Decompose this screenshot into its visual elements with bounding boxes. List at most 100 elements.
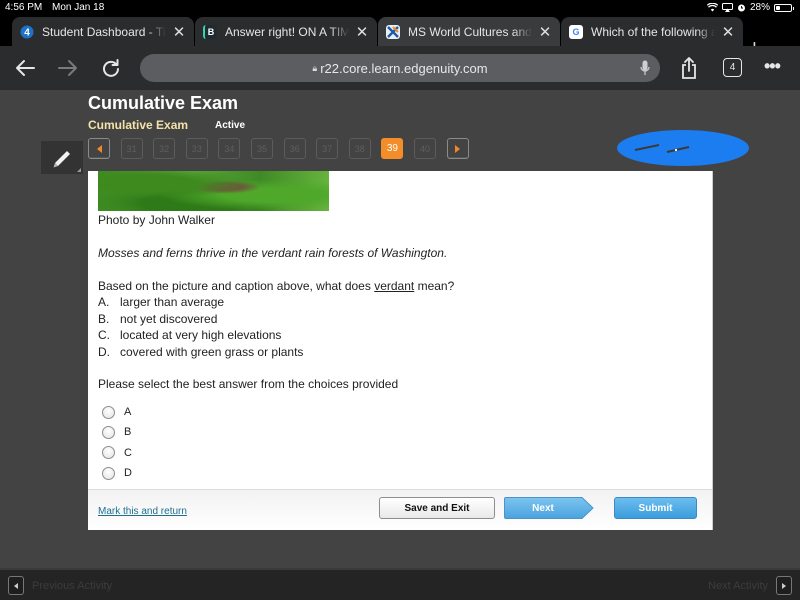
browser-toolbar: 🔒︎ r22.core.learn.edgenuity.com 4 ••• (0, 46, 800, 90)
tab-title: Answer right! ON A TIME (225, 24, 349, 39)
question-number[interactable]: 32 (153, 138, 176, 159)
radio-option-a[interactable]: A (102, 402, 132, 422)
radio-label[interactable]: B (124, 426, 131, 438)
previous-activity-button[interactable] (8, 576, 24, 595)
choice-text: not yet discovered (120, 311, 218, 326)
mark-and-return-link[interactable]: Mark this and return (98, 506, 187, 517)
radio-label[interactable]: C (124, 447, 132, 459)
browser-tab-strip: 4 Student Dashboard - Tim ✕ B Answer rig… (0, 16, 800, 60)
close-tab-icon[interactable]: ✕ (538, 23, 552, 41)
answer-choices-list: A. larger than average B. not yet discover… (98, 295, 303, 361)
next-label: Next (532, 502, 554, 514)
question-panel: Photo by John Walker Mosses and ferns th… (88, 171, 713, 530)
ios-status-bar: 4:56 PM Mon Jan 18 28% (0, 0, 800, 16)
resize-corner-icon (77, 168, 81, 172)
question-number[interactable]: 33 (185, 138, 208, 159)
redaction-scribble (617, 130, 749, 166)
pencil-icon (53, 150, 70, 167)
browser-tab[interactable]: G Which of the following an ✕ (561, 17, 743, 46)
choice-text: located at very high elevations (120, 328, 282, 342)
next-question-button[interactable] (446, 138, 469, 159)
battery-icon (774, 3, 794, 12)
clock: 4:56 PM (5, 2, 43, 13)
question-number[interactable]: 38 (348, 138, 371, 159)
tab-title: Which of the following an (591, 24, 715, 39)
tab-switcher-button[interactable]: 4 (723, 58, 742, 77)
choice-item: B. not yet discovered (98, 312, 303, 329)
choice-letter: B. (98, 311, 110, 326)
choice-letter: A. (98, 295, 110, 309)
close-tab-icon[interactable]: ✕ (355, 23, 369, 41)
activity-name: Cumulative Exam (88, 118, 189, 132)
answer-radio-group: A B C D (102, 402, 132, 483)
back-button[interactable] (12, 55, 38, 81)
save-and-exit-button[interactable]: Save and Exit (379, 497, 495, 519)
choice-text: larger than average (120, 295, 225, 309)
rainforest-photo (98, 171, 329, 211)
date: Mon Jan 18 (52, 2, 105, 13)
submit-button[interactable]: Submit (614, 497, 697, 519)
radio-option-d[interactable]: D (102, 463, 132, 483)
caret-left-icon (14, 582, 18, 589)
next-activity-label[interactable]: Next Activity (708, 580, 768, 592)
close-tab-icon[interactable]: ✕ (172, 23, 186, 41)
photo-credit: Photo by John Walker (98, 213, 215, 227)
question-number[interactable]: 35 (251, 138, 273, 159)
radio-label[interactable]: D (124, 467, 132, 479)
next-activity-button[interactable] (776, 576, 792, 595)
prompt-text: Based on the picture and caption above, … (98, 279, 375, 293)
share-button[interactable] (676, 55, 702, 81)
choice-letter: C. (98, 328, 110, 342)
caret-left-icon (96, 144, 102, 153)
reload-button[interactable] (98, 55, 124, 81)
arrow-left-icon (16, 60, 35, 76)
prompt-keyword: verdant (374, 279, 415, 293)
more-menu-icon[interactable]: ••• (764, 56, 781, 77)
question-footer: Mark this and return Save and Exit Next … (88, 489, 712, 530)
choice-item: A. larger than average (98, 295, 303, 312)
question-number[interactable]: 37 (316, 138, 339, 159)
previous-activity-label[interactable]: Previous Activity (32, 580, 112, 592)
choice-item: D. covered with green grass or plants (98, 345, 303, 362)
radio-option-b[interactable]: B (102, 422, 132, 442)
radio-option-c[interactable]: C (102, 443, 132, 463)
reload-icon (103, 59, 119, 77)
brainly-icon: B (203, 24, 217, 39)
question-number[interactable]: 34 (218, 138, 241, 159)
caret-right-icon (455, 144, 461, 153)
alarm-icon (737, 4, 745, 12)
question-number[interactable]: 40 (414, 138, 436, 159)
choice-item: C. located at very high elevations (98, 328, 303, 345)
question-number-current[interactable]: 39 (381, 138, 404, 159)
svg-text:4: 4 (24, 27, 30, 38)
radio-button[interactable] (102, 405, 115, 419)
browser-tab[interactable]: B Answer right! ON A TIME ✕ (195, 17, 377, 46)
caret-right-icon (782, 582, 786, 589)
close-tab-icon[interactable]: ✕ (721, 23, 735, 41)
wifi-icon (706, 3, 718, 12)
status-icons: 28% (706, 2, 794, 13)
share-icon (682, 57, 696, 79)
question-number[interactable]: 31 (120, 138, 143, 159)
browser-tab-active[interactable]: MS World Cultures and G ✕ (378, 17, 560, 46)
notes-button[interactable] (41, 141, 83, 174)
battery-percent: 28% (749, 2, 770, 13)
instruction-text: Please select the best answer from the c… (98, 377, 399, 391)
radio-label[interactable]: A (124, 406, 131, 418)
tab-title: Student Dashboard - Tim (42, 24, 166, 39)
forward-button[interactable] (55, 55, 81, 81)
photo-caption: Mosses and ferns thrive in the verdant r… (98, 246, 448, 260)
page-title: Cumulative Exam (88, 93, 239, 113)
radio-button[interactable] (102, 446, 115, 460)
prompt-text: mean? (414, 279, 455, 293)
browser-tab[interactable]: 4 Student Dashboard - Tim ✕ (12, 17, 194, 46)
choice-letter: D. (98, 344, 110, 359)
question-number[interactable]: 36 (283, 138, 306, 159)
radio-button[interactable] (102, 425, 115, 439)
address-bar[interactable]: 🔒︎ r22.core.learn.edgenuity.com (140, 54, 660, 82)
radio-button[interactable] (102, 466, 115, 480)
status-badge: Active (215, 120, 246, 131)
previous-question-button[interactable] (88, 138, 110, 159)
microphone-icon[interactable] (640, 60, 650, 76)
next-button[interactable]: Next (504, 497, 594, 519)
